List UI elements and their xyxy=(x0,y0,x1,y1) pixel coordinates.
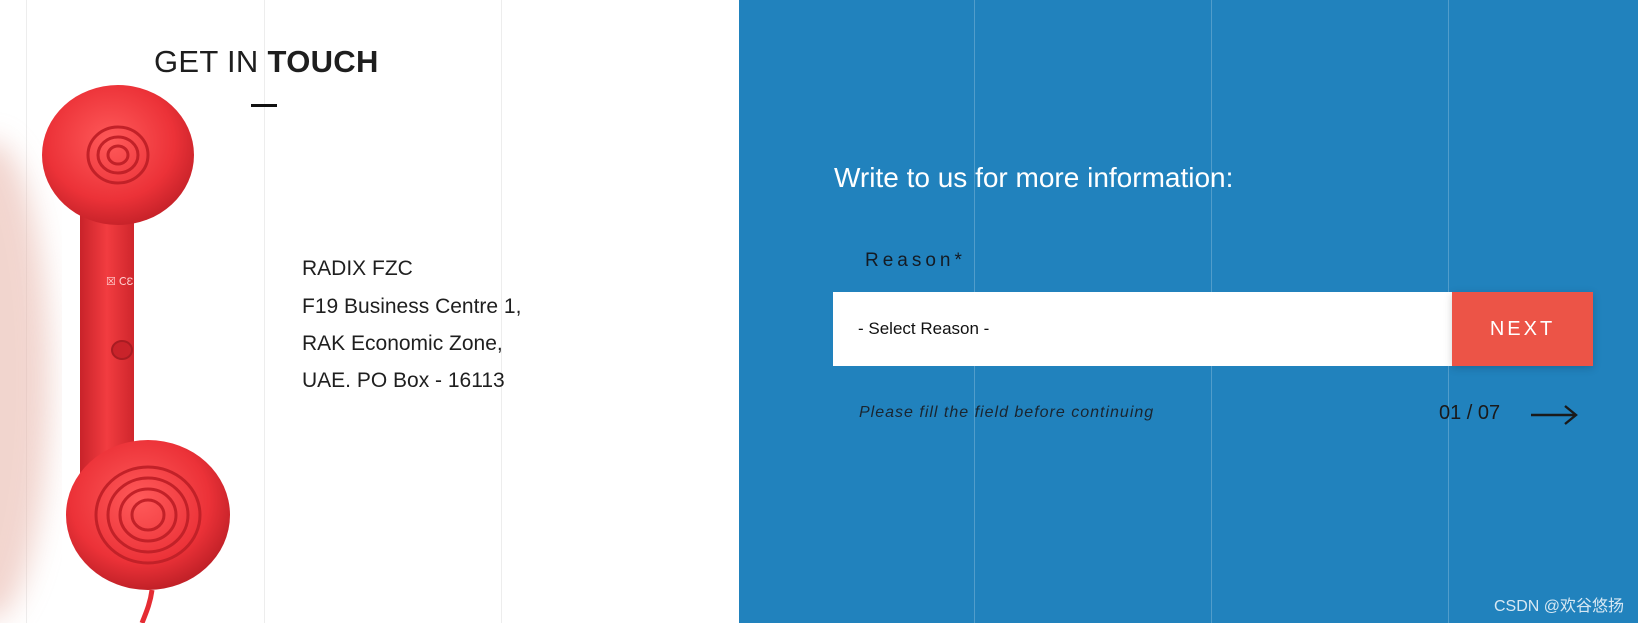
arrow-right-icon[interactable] xyxy=(1531,404,1579,426)
reason-label: Reason* xyxy=(865,250,966,271)
heading-underline xyxy=(251,104,277,107)
reason-select-value: - Select Reason - xyxy=(858,319,990,338)
next-button[interactable]: NEXT xyxy=(1452,292,1593,366)
heading-light: GET IN xyxy=(154,44,259,79)
step-counter: 01 / 07 xyxy=(1439,402,1501,424)
address-line: F19 Business Centre 1, xyxy=(302,295,522,318)
address-block: RADIX FZC F19 Business Centre 1, RAK Eco… xyxy=(302,256,521,403)
grid-line xyxy=(264,0,265,623)
validation-hint: Please fill the field before continuing xyxy=(859,404,1155,421)
address-line: UAE. PO Box - 16113 xyxy=(302,369,505,392)
address-line: RAK Economic Zone, xyxy=(302,332,503,355)
page-heading: GET IN TOUCH xyxy=(154,44,379,80)
company-name: RADIX FZC xyxy=(302,257,413,280)
telephone-handset-image: ☒ ⅭƐ xyxy=(0,85,230,623)
svg-text:☒ ⅭƐ: ☒ ⅭƐ xyxy=(106,276,134,288)
form-panel: Write to us for more information: Reason… xyxy=(739,0,1638,623)
watermark: CSDN @欢谷悠扬 xyxy=(1493,598,1624,615)
heading-strong: TOUCH xyxy=(267,44,379,79)
contact-panel: ☒ ⅭƐ GET IN TOUCH RADIX FZC F19 Business… xyxy=(0,0,739,623)
reason-select[interactable]: - Select Reason - xyxy=(833,292,1452,366)
form-title: Write to us for more information: xyxy=(834,162,1234,193)
